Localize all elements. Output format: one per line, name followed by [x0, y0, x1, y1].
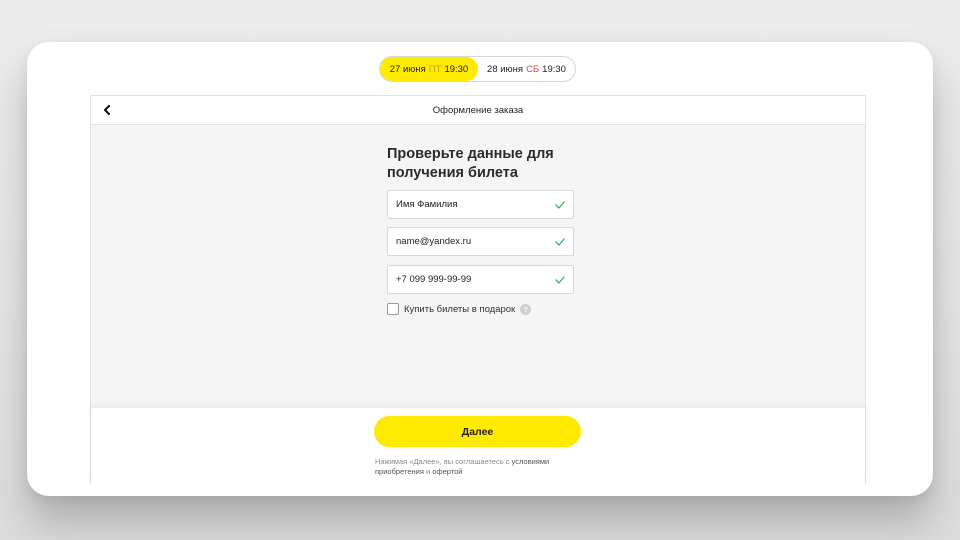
date-selector: 27 июня ПТ 19:30 28 июня СБ 19:30: [379, 56, 576, 82]
gift-option: Купить билеты в подарок ?: [387, 302, 532, 316]
terms-middle: и: [423, 467, 433, 476]
terms-link-offer[interactable]: офертой: [432, 467, 462, 476]
email-field: [387, 227, 574, 256]
page-title: Оформление заказа: [432, 104, 524, 116]
terms-prefix: Нажимая «Далее», вы соглашаетесь с: [375, 457, 512, 466]
check-icon: [555, 275, 565, 284]
gift-label: Купить билеты в подарок: [404, 303, 516, 315]
gift-checkbox[interactable]: [387, 303, 399, 315]
phone-input[interactable]: [396, 274, 555, 285]
order-header: Оформление заказа: [91, 96, 865, 125]
date-tab-june-27[interactable]: 27 июня ПТ 19:30: [380, 57, 478, 81]
check-icon: [555, 200, 565, 209]
name-input[interactable]: [396, 199, 555, 210]
order-frame: Оформление заказа Проверьте данные для п…: [90, 95, 866, 484]
date-tab-time: 19:30: [444, 63, 469, 75]
date-tab-date: 27 июня: [389, 63, 426, 75]
date-tab-weekday: ПТ: [428, 63, 442, 75]
date-tab-june-28[interactable]: 28 июня СБ 19:30: [478, 57, 575, 81]
check-icon: [555, 237, 565, 246]
email-input[interactable]: [396, 236, 555, 247]
order-footer: Далее Нажимая «Далее», вы соглашаетесь с…: [91, 408, 865, 484]
name-field: [387, 190, 574, 219]
next-button[interactable]: Далее: [374, 416, 581, 447]
help-icon[interactable]: ?: [520, 303, 532, 315]
chevron-left-icon[interactable]: [100, 103, 114, 117]
form-title: Проверьте данные для получения билета: [387, 146, 554, 181]
date-tab-weekday: СБ: [526, 63, 540, 75]
date-tab-date: 28 июня: [487, 63, 524, 75]
terms-note: Нажимая «Далее», вы соглашаетесь с услов…: [375, 457, 595, 477]
phone-field: [387, 265, 574, 294]
date-tab-time: 19:30: [542, 63, 566, 75]
